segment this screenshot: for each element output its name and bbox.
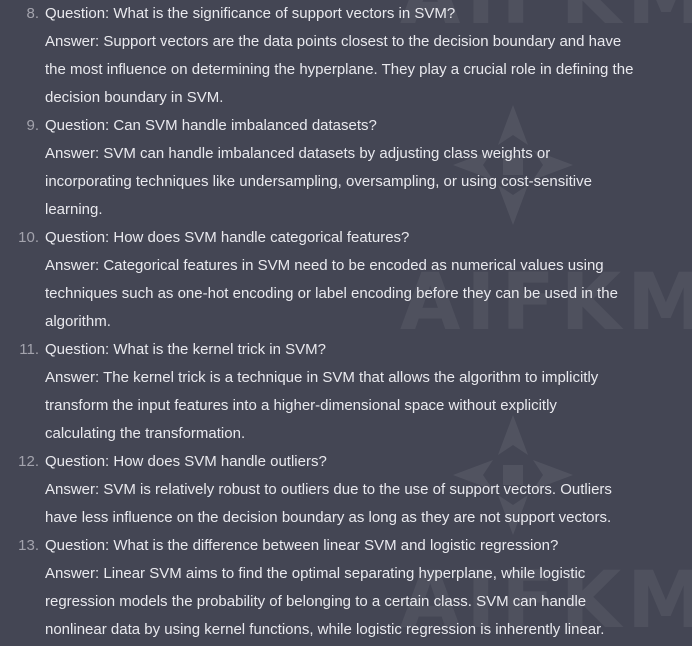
question-text: Question: How does SVM handle outliers? [45,453,327,470]
list-item: 11. Question: What is the kernel trick in… [0,336,692,448]
answer-text-line: have less influence on the decision boun… [45,509,612,526]
answer-text-line: nonlinear data by using kernel functions… [45,621,605,638]
answer-text-line: Answer: The kernel trick is a technique … [45,369,599,386]
answer-text-line: techniques such as one-hot encoding or l… [45,285,618,302]
question-text: Question: What is the significance of su… [45,5,456,22]
list-item: 9. Question: Can SVM handle imbalanced da… [0,112,692,224]
answer-text-line: calculating the transformation. [45,425,246,442]
list-item-number: 10. [18,229,39,246]
answer-text-line: regression models the probability of bel… [45,593,587,610]
answer-text-line: Answer: Categorical features in SVM need… [45,257,604,274]
list-item-number: 13. [18,537,39,554]
question-text: Question: What is the difference between… [45,537,559,554]
list-item: 12. Question: How does SVM handle outlier… [0,448,692,532]
answer-text-line: Answer: Linear SVM aims to find the opti… [45,565,586,582]
qa-list: 8. Question: What is the significance of … [0,0,692,644]
list-item-number: 9. [26,117,39,134]
list-item: 8. Question: What is the significance of … [0,0,692,112]
list-item-number: 8. [26,5,39,22]
list-item: 10. Question: How does SVM handle categor… [0,224,692,336]
answer-text-line: Answer: Support vectors are the data poi… [45,33,622,50]
answer-text-line: algorithm. [45,313,111,330]
answer-text-line: incorporating techniques like undersampl… [45,173,592,190]
question-text: Question: Can SVM handle imbalanced data… [45,117,377,134]
list-item-number: 12. [18,453,39,470]
list-item: 13. Question: What is the difference betw… [0,532,692,644]
answer-text-line: the most influence on determining the hy… [45,61,634,78]
question-text: Question: What is the kernel trick in SV… [45,341,326,358]
answer-text-line: Answer: SVM can handle imbalanced datase… [45,145,551,162]
answer-text-line: decision boundary in SVM. [45,89,224,106]
answer-text-line: Answer: SVM is relatively robust to outl… [45,481,612,498]
list-item-number: 11. [19,341,39,358]
question-text: Question: How does SVM handle categorica… [45,229,410,246]
answer-text-line: transform the input features into a high… [45,397,557,414]
answer-text-line: learning. [45,201,103,218]
